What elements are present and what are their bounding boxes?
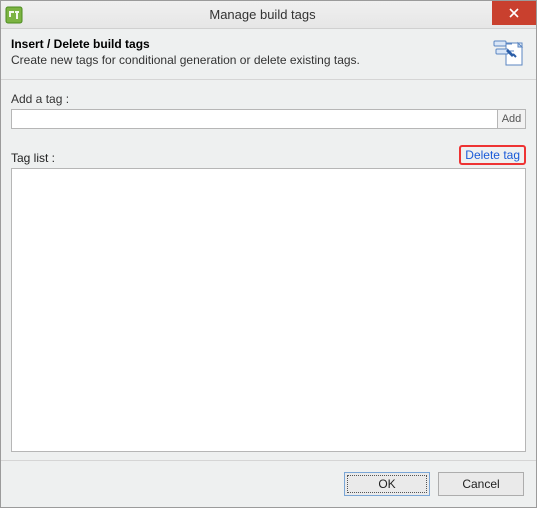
window-title: Manage build tags: [29, 7, 496, 22]
delete-tag-link[interactable]: Delete tag: [459, 145, 526, 165]
header-subtitle: Create new tags for conditional generati…: [11, 53, 484, 67]
body-section: Add a tag : Add Tag list : Delete tag: [1, 80, 536, 461]
header-title: Insert / Delete build tags: [11, 37, 484, 51]
dialog-window: Manage build tags Insert / Delete build …: [0, 0, 537, 508]
add-tag-label: Add a tag :: [11, 92, 526, 106]
add-tag-input[interactable]: [11, 109, 498, 129]
add-button[interactable]: Add: [498, 109, 526, 129]
tag-list[interactable]: [11, 168, 526, 452]
cancel-button[interactable]: Cancel: [438, 472, 524, 496]
ok-button[interactable]: OK: [344, 472, 430, 496]
tags-document-icon: [492, 39, 526, 69]
header-text: Insert / Delete build tags Create new ta…: [11, 37, 484, 67]
tag-list-label: Tag list :: [11, 151, 55, 165]
footer: OK Cancel: [1, 461, 536, 507]
add-tag-row: Add: [11, 109, 526, 129]
close-button[interactable]: [492, 1, 536, 25]
close-icon: [509, 8, 519, 18]
tag-list-header: Tag list : Delete tag: [11, 145, 526, 165]
app-icon: [5, 6, 23, 24]
header-section: Insert / Delete build tags Create new ta…: [1, 29, 536, 80]
titlebar: Manage build tags: [1, 1, 536, 29]
